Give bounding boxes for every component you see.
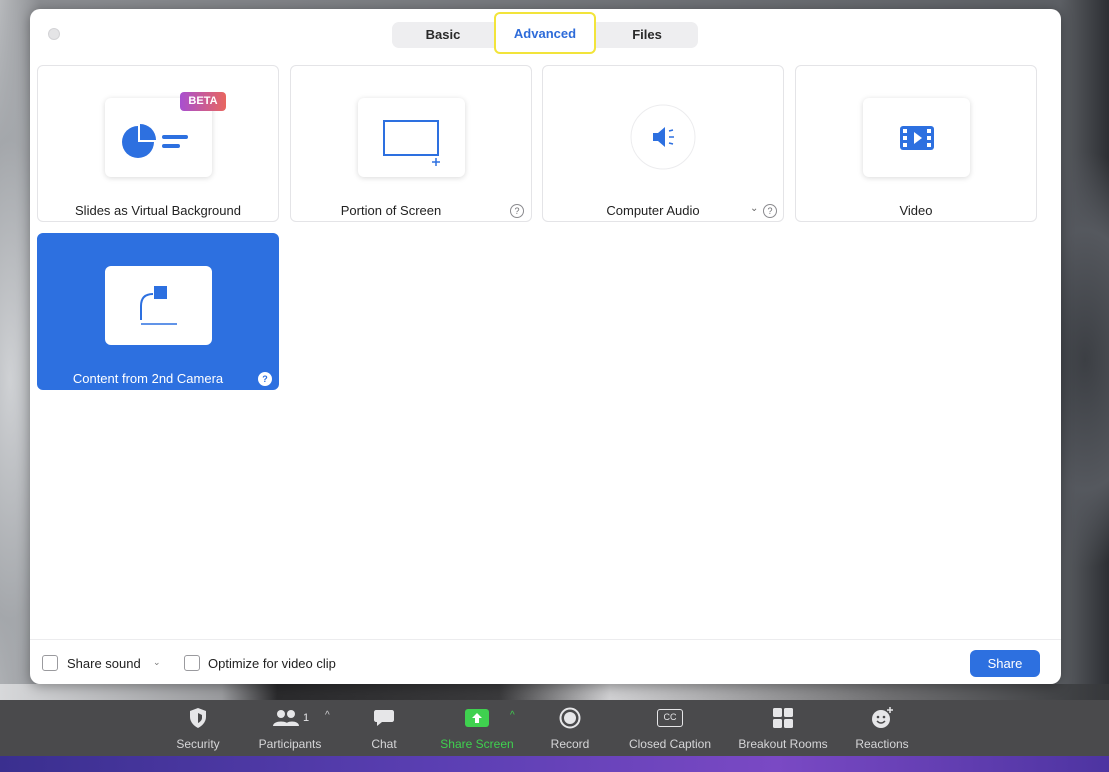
tab-files[interactable]: Files <box>596 22 698 48</box>
screen-portion-icon <box>383 120 440 166</box>
reactions-button[interactable]: Reactions <box>850 706 914 751</box>
share-screen-caret[interactable]: ^ <box>510 710 515 721</box>
share-sound-label: Share sound <box>67 656 141 671</box>
camera-thumbnail <box>105 266 212 345</box>
smiley-plus-icon <box>872 707 893 728</box>
participants-count: 1 <box>302 712 310 724</box>
chevron-down-icon[interactable]: ⌄ <box>153 657 161 668</box>
share-tabs: Basic Files Advanced <box>392 12 698 54</box>
share-sound-checkbox[interactable] <box>42 655 58 671</box>
cc-icon: CC <box>657 709 683 727</box>
help-icon[interactable]: ? <box>763 204 777 218</box>
option-label: Video <box>899 203 933 218</box>
chat-icon <box>374 710 394 726</box>
option-label: Portion of Screen <box>340 203 442 218</box>
help-icon[interactable]: ? <box>510 204 524 218</box>
share-button[interactable]: Share <box>970 650 1040 677</box>
optimize-video-checkbox[interactable] <box>184 655 200 671</box>
breakout-rooms-icon <box>773 708 793 728</box>
option-computer-audio[interactable]: Computer Audio ⌄ ? <box>542 65 784 222</box>
film-icon <box>900 126 934 150</box>
option-label: Computer Audio <box>606 203 700 218</box>
participants-button[interactable]: 1 Participants <box>250 706 330 751</box>
speaker-icon <box>630 104 696 170</box>
footer-divider <box>30 639 1061 640</box>
participants-caret[interactable]: ^ <box>325 710 330 721</box>
option-label: Slides as Virtual Background <box>75 203 241 218</box>
shield-icon <box>190 708 206 728</box>
share-screen-button[interactable]: Share Screen <box>434 706 520 751</box>
breakout-rooms-button[interactable]: Breakout Rooms <box>731 706 835 751</box>
document-camera-icon <box>140 286 177 325</box>
chat-button[interactable]: Chat <box>366 706 402 751</box>
video-thumbnail <box>863 98 970 177</box>
record-icon <box>559 707 581 729</box>
window-close-button[interactable] <box>48 28 60 40</box>
beta-badge: BETA <box>180 92 226 111</box>
optimize-video-label: Optimize for video clip <box>208 656 336 671</box>
participants-icon <box>272 710 299 726</box>
option-portion-of-screen[interactable]: Portion of Screen ? <box>290 65 532 222</box>
closed-caption-button[interactable]: CC Closed Caption <box>621 706 719 751</box>
option-video[interactable]: Video <box>795 65 1037 222</box>
record-button[interactable]: Record <box>546 706 594 751</box>
meeting-toolbar: Security 1 Participants ^ Chat Share Scr… <box>0 700 1109 756</box>
chevron-down-icon[interactable]: ⌄ <box>750 203 758 214</box>
tab-basic[interactable]: Basic <box>392 22 494 48</box>
share-window: Basic Files Advanced BETA Slides as Virt… <box>30 9 1061 684</box>
portion-thumbnail <box>358 98 465 177</box>
share-screen-icon <box>465 709 489 727</box>
security-button[interactable]: Security <box>168 706 228 751</box>
desktop-wallpaper-strip <box>0 756 1109 772</box>
help-icon[interactable]: ? <box>258 372 272 386</box>
option-slides-virtual-background[interactable]: BETA Slides as Virtual Background <box>37 65 279 222</box>
option-content-2nd-camera[interactable]: Content from 2nd Camera ? <box>37 233 279 390</box>
option-label: Content from 2nd Camera <box>72 371 224 386</box>
tab-advanced[interactable]: Advanced <box>494 12 596 54</box>
